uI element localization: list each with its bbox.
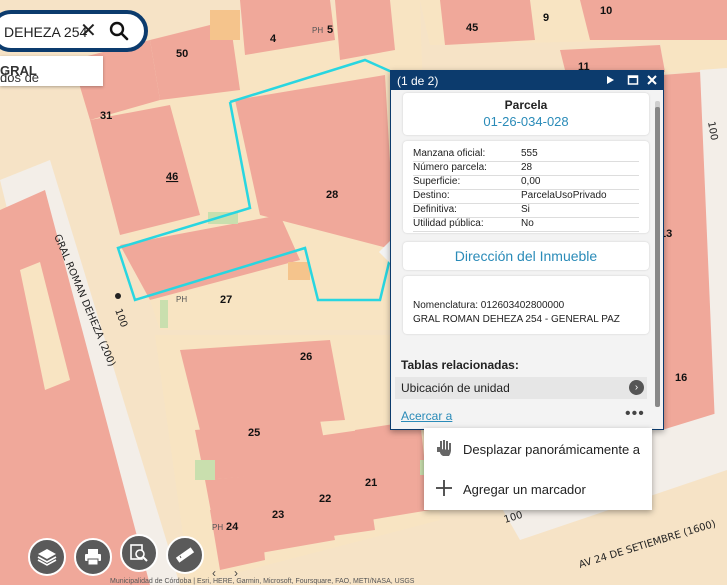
attribute-value: 28 xyxy=(521,162,533,173)
parcel-label: 22 xyxy=(319,493,331,505)
attribute-value: ParcelaUsoPrivado xyxy=(521,190,607,201)
parcel-label: 16 xyxy=(675,372,687,384)
popup-title: Parcela xyxy=(504,98,548,112)
context-menu: Desplazar panorámicamente a Agregar un m… xyxy=(424,428,652,510)
attribute-value: 555 xyxy=(521,148,538,159)
parcel-label: 25 xyxy=(248,427,260,439)
attribute-key: Superficie: xyxy=(413,176,461,187)
garden-3 xyxy=(195,460,215,480)
attribute-key: Definitiva: xyxy=(413,204,457,215)
building-45 xyxy=(440,0,535,45)
address-link[interactable]: Dirección del Inmueble xyxy=(403,248,649,264)
popup-feature-count: (1 de 2) xyxy=(397,74,439,88)
query-button[interactable] xyxy=(120,534,158,572)
parcel-id: 01-26-034-028 xyxy=(483,114,569,129)
building-small-orange xyxy=(210,10,240,40)
building-small-orange-2 xyxy=(288,262,310,280)
attribute-row: Utilidad pública: No xyxy=(413,217,639,232)
plus-icon xyxy=(436,480,452,496)
query-icon xyxy=(130,544,148,562)
parcel-label: 31 xyxy=(100,110,112,122)
parcel-title-card: Parcela 01-26-034-028 xyxy=(403,93,649,135)
close-icon[interactable] xyxy=(645,73,659,87)
building-5 xyxy=(335,0,395,60)
nomenclatura-text: Nomenclatura: 012603402800000 xyxy=(413,300,565,311)
close-icon[interactable]: ✕ xyxy=(80,21,97,41)
parcel-label: 5 xyxy=(327,24,333,36)
address-point xyxy=(115,293,121,299)
attribute-row: Definitiva: Si xyxy=(413,203,639,218)
parcel-label: 46 xyxy=(166,171,178,183)
print-button[interactable] xyxy=(74,538,112,576)
layers-icon xyxy=(37,549,57,566)
zoom-to-link[interactable]: Acercar a xyxy=(401,409,452,423)
ph-label: PH xyxy=(212,523,223,532)
attribute-value: No xyxy=(521,218,534,229)
garden-2 xyxy=(160,300,168,328)
popup-header: (1 de 2) xyxy=(391,71,663,90)
search-bar[interactable]: DEHEZA 254 ✕ xyxy=(0,10,148,52)
maximize-icon[interactable] xyxy=(626,73,640,87)
related-tables-title: Tablas relacionadas: xyxy=(401,358,519,372)
attribute-key: Número parcela: xyxy=(413,162,487,173)
attribute-row: Superficie: 0,00 xyxy=(413,175,639,190)
popup-scroll-thumb[interactable] xyxy=(655,107,660,407)
attribute-row: Número parcela: 28 xyxy=(413,161,639,176)
parcel-label: 10 xyxy=(600,5,612,17)
parcel-label: 23 xyxy=(272,509,284,521)
print-icon xyxy=(85,549,101,566)
attribute-key: Destino: xyxy=(413,190,450,201)
parcel-label: 9 xyxy=(543,12,549,24)
next-feature-icon[interactable] xyxy=(603,73,617,87)
attribute-row: Manzana oficial: 555 xyxy=(413,147,639,162)
pan-to-label: Desplazar panorámicamente a xyxy=(463,442,641,457)
address-text: GRAL ROMAN DEHEZA 254 - GENERAL PAZ xyxy=(413,314,620,325)
parcel-label: 27 xyxy=(220,294,232,306)
suggestion-suffix: ... xyxy=(0,70,11,85)
parcel-label: 50 xyxy=(176,48,188,60)
parcel-label: 26 xyxy=(300,351,312,363)
attribute-key: Manzana oficial: xyxy=(413,148,486,159)
related-table-item[interactable]: Ubicación de unidad › xyxy=(395,377,647,399)
parcel-label: 28 xyxy=(326,189,338,201)
parcel-label: 24 xyxy=(226,521,239,533)
chevron-right-icon: › xyxy=(629,380,644,395)
add-marker-label: Agregar un marcador xyxy=(463,482,586,497)
add-marker-item[interactable]: Agregar un marcador xyxy=(424,470,652,506)
measure-icon xyxy=(175,547,195,563)
ph-label: PH xyxy=(176,295,187,304)
attributes-card: Manzana oficial: 555 Número parcela: 28 Su… xyxy=(403,141,649,233)
related-table-label: Ubicación de unidad xyxy=(401,381,510,395)
map-attribution: Municipalidad de Córdoba | Esri, HERE, G… xyxy=(110,578,415,585)
nomenclatura-card: Nomenclatura: 012603402800000 GRAL ROMAN… xyxy=(403,276,649,334)
attribute-value: 0,00 xyxy=(521,176,541,187)
parcel-label: 21 xyxy=(365,477,377,489)
parcel-label: 45 xyxy=(466,22,478,34)
parcel-label: 4 xyxy=(270,33,277,45)
address-card[interactable]: Dirección del Inmueble xyxy=(403,242,649,270)
search-icon[interactable] xyxy=(108,20,130,42)
ph-label: PH xyxy=(312,26,323,35)
pan-to-item[interactable]: Desplazar panorámicamente a xyxy=(424,430,652,466)
measure-button[interactable] xyxy=(166,536,204,574)
attribute-value: Si xyxy=(521,204,530,215)
building-26 xyxy=(180,340,345,430)
attribute-key: Utilidad pública: xyxy=(413,218,484,229)
search-input[interactable]: DEHEZA 254 xyxy=(4,24,87,40)
attribute-row: Destino: ParcelaUsoPrivado xyxy=(413,189,639,204)
search-suggestion[interactable]: dos de GRAL ... xyxy=(0,56,103,86)
layers-button[interactable] xyxy=(28,538,66,576)
info-popup: (1 de 2) Parcela 01-26-034-028 Manzana o… xyxy=(390,70,664,430)
pan-hand-icon xyxy=(437,440,451,456)
more-options-icon[interactable]: ••• xyxy=(625,405,645,423)
